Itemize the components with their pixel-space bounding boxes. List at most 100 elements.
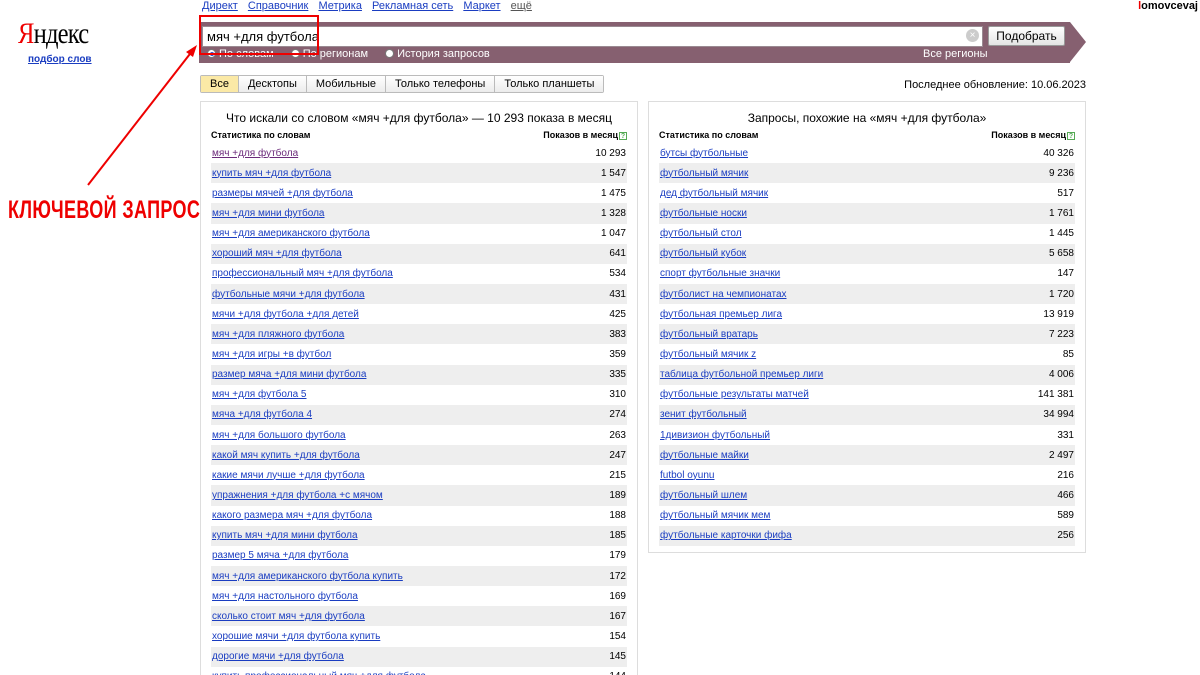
keyword-link[interactable]: сколько стоит мяч +для футбола [212,611,365,622]
table-row: футбольный мячик z 85 [659,344,1075,364]
keyword-link[interactable]: размер мяча +для мини футбола [212,369,366,380]
table-row: футбольный стол 1 445 [659,224,1075,244]
shows-count: 274 [609,409,626,421]
tab-desktop[interactable]: Десктопы [238,76,307,92]
words-panel: Что искали со словом «мяч +для футбола» … [200,101,638,675]
table-row: футбольный кубок 5 658 [659,243,1075,264]
keyword-link[interactable]: футбольные майки [660,450,749,461]
table-row: бутсы футбольные 40 326 [659,143,1075,163]
keyword-link[interactable]: футбольные мячи +для футбола [212,289,365,300]
shows-count: 141 381 [1037,389,1074,401]
keyword-link[interactable]: футбольный вратарь [660,329,758,340]
keyword-link[interactable]: размер 5 мяча +для футбола [212,550,348,561]
table-row: таблица футбольной премьер лиги 4 006 [659,364,1075,385]
keyword-link[interactable]: мяч +для мини футбола [212,208,325,219]
keyword-link[interactable]: дорогие мячи +для футбола [212,651,344,662]
keyword-link[interactable]: размеры мячей +для футбола [212,188,353,199]
keyword-link[interactable]: футбольный стол [660,228,742,239]
keyword-link[interactable]: купить мяч +для мини футбола [212,530,358,541]
keyword-link[interactable]: мяч +для пляжного футбола [212,329,344,340]
keyword-link[interactable]: 1дивизион футбольный [660,430,770,441]
table-row: размеры мячей +для футбола 1 475 [211,183,627,203]
last-update: Последнее обновление: 10.06.2023 [904,79,1086,91]
table-row: какие мячи лучше +для футбола 215 [211,465,627,485]
keyword-link[interactable]: futbol oyunu [660,470,715,481]
keyword-link[interactable]: купить мяч +для футбола [212,168,331,179]
keyword-link[interactable]: футбольные носки [660,208,747,219]
table-row: футбольный вратарь 7 223 [659,324,1075,345]
shows-count: 169 [609,590,626,602]
shows-count: 185 [609,530,626,542]
keyword-link[interactable]: футбольные карточки фифа [660,530,792,541]
shows-count: 1 547 [600,167,626,179]
tab-mobile[interactable]: Мобильные [306,76,386,92]
shows-count: 147 [1057,268,1074,280]
shows-count: 331 [1057,429,1074,441]
shows-count: 216 [1057,469,1074,481]
table-row: купить мяч +для футбола 1 547 [211,163,627,184]
tab-all[interactable]: Все [201,76,239,92]
keyword-link[interactable]: какие мячи лучше +для футбола [212,470,365,481]
keyword-link[interactable]: мяч +для игры +в футбол [212,349,331,360]
keyword-link[interactable]: мяч +для футбола 5 [212,389,306,400]
tab-phones[interactable]: Только телефоны [385,76,496,92]
shows-count: 425 [609,308,626,320]
keyword-link[interactable]: таблица футбольной премьер лиги [660,369,823,380]
shows-count: 1 720 [1048,288,1074,300]
help-icon[interactable]: ? [619,132,627,140]
shows-count: 5 658 [1048,248,1074,260]
similar-table: бутсы футбольные 40 326 футбольный мячик 9 … [659,143,1075,546]
keyword-link[interactable]: упражнения +для футбола +с мячом [212,490,383,501]
column-header-shows: Показов в месяц? [543,130,627,143]
keyword-link[interactable]: мяч +для настольного футбола [212,591,358,602]
keyword-link[interactable]: мяча +для футбола 4 [212,409,312,420]
table-row: купить профессиональный мяч +для футбола… [211,667,627,675]
keyword-link[interactable]: футбольная премьер лига [660,309,782,320]
table-row: футболист на чемпионатах 1 720 [659,283,1075,305]
keyword-link[interactable]: какой мяч купить +для футбола [212,450,360,461]
keyword-link[interactable]: футбольные результаты матчей [660,389,809,400]
keyword-link[interactable]: футбольный мячик мем [660,510,770,521]
keyword-link[interactable]: дед футбольный мячик [660,188,768,199]
help-icon[interactable]: ? [1067,132,1075,140]
table-header: Статистика по словам Показов в месяц? [211,130,627,143]
column-header-words: Статистика по словам [211,130,311,140]
table-row: размер 5 мяча +для футбола 179 [211,546,627,566]
keyword-link[interactable]: зенит футбольный [660,409,747,420]
table-row: мяча +для футбола 4 274 [211,404,627,425]
table-row: сколько стоит мяч +для футбола 167 [211,606,627,627]
shows-count: 10 293 [595,147,626,159]
column-header-shows-label: Показов в месяц [991,130,1066,140]
tab-tablets[interactable]: Только планшеты [495,76,604,92]
keyword-link[interactable]: какого размера мяч +для футбола [212,510,372,521]
keyword-link[interactable]: профессиональный мяч +для футбола [212,268,393,279]
keyword-link[interactable]: футбольный мячик z [660,349,756,360]
keyword-link[interactable]: хороший мяч +для футбола [212,248,342,259]
shows-count: 431 [609,288,626,300]
words-panel-title: Что искали со словом «мяч +для футбола» … [226,111,612,125]
keyword-link[interactable]: мяч +для футбола [212,148,298,159]
keyword-link[interactable]: мячи +для футбола +для детей [212,309,359,320]
keyword-link[interactable]: мяч +для большого футбола [212,430,346,441]
device-tabs: Все Десктопы Мобильные Только телефоны Т… [200,75,605,93]
table-row: хорошие мячи +для футбола купить 154 [211,626,627,646]
keyword-link[interactable]: хорошие мячи +для футбола купить [212,631,380,642]
keyword-link[interactable]: футбольный мячик [660,168,748,179]
table-row: футбольные карточки фифа 256 [659,525,1075,546]
keyword-link[interactable]: бутсы футбольные [660,148,748,159]
annotation-label: КЛЮЧЕВОЙ ЗАПРОС [8,196,201,224]
keyword-link[interactable]: спорт футбольные значки [660,268,780,279]
keyword-link[interactable]: футбольный шлем [660,490,747,501]
shows-count: 13 919 [1043,308,1074,320]
keyword-link[interactable]: мяч +для американского футбола купить [212,571,403,582]
shows-count: 641 [609,248,626,260]
table-row: профессиональный мяч +для футбола 534 [211,264,627,284]
keyword-link[interactable]: футбольный кубок [660,248,746,259]
table-row: купить мяч +для мини футбола 185 [211,525,627,546]
shows-count: 34 994 [1043,409,1074,421]
keyword-link[interactable]: футболист на чемпионатах [660,289,787,300]
table-row: футбольные мячи +для футбола 431 [211,283,627,305]
keyword-link[interactable]: купить профессиональный мяч +для футбола [212,671,426,675]
shows-count: 383 [609,328,626,340]
keyword-link[interactable]: мяч +для американского футбола [212,228,370,239]
